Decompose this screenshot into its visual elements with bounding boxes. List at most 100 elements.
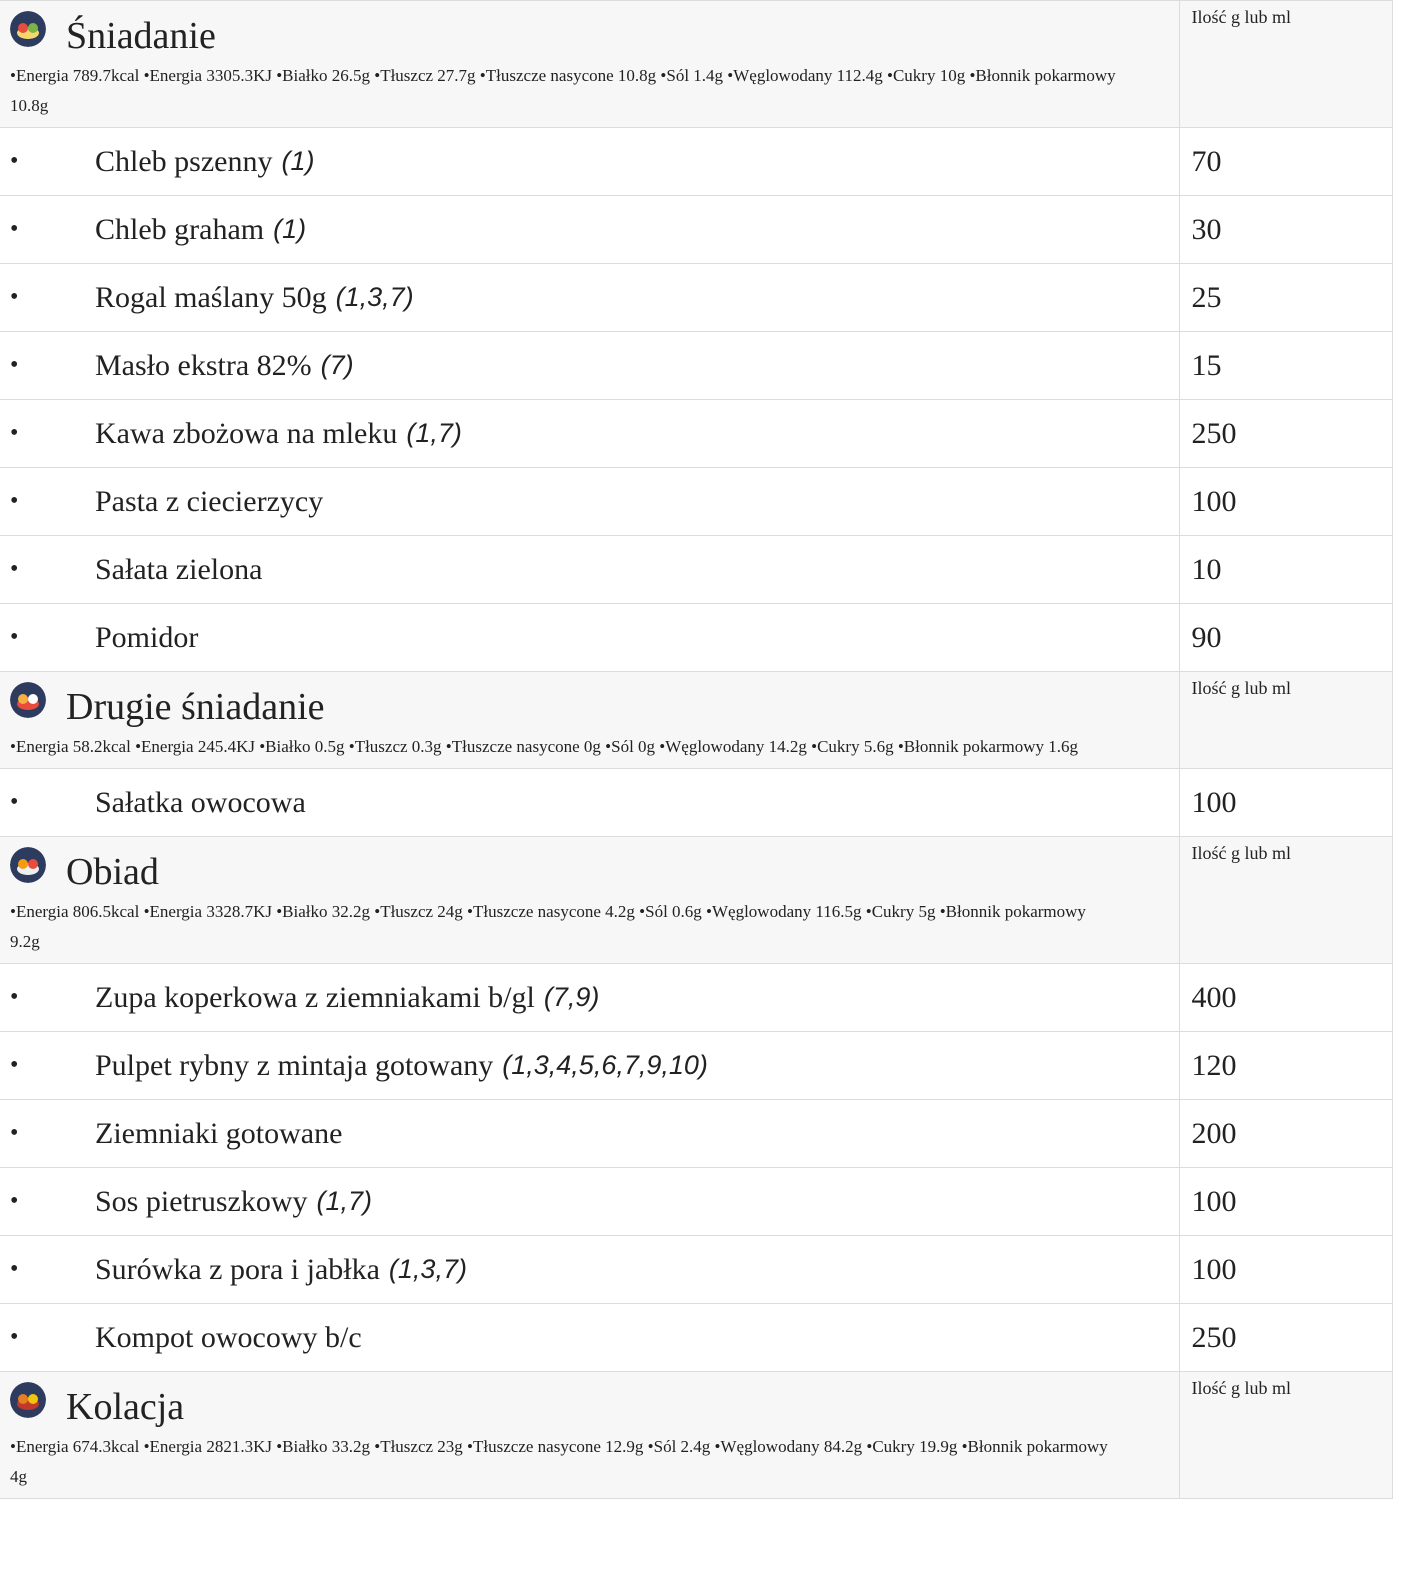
menu-item-quantity: 200 [1178, 1099, 1393, 1168]
quantity-header-cell: Ilość g lub ml [1178, 836, 1393, 964]
menu-item-row: • Chleb graham (1) 30 [0, 195, 1393, 264]
menu-item-quantity: 120 [1178, 1031, 1393, 1100]
lunch-icon [10, 847, 46, 883]
bullet: • [10, 1052, 19, 1078]
bullet: • [10, 1324, 19, 1350]
menu-item-name: Kawa zbożowa na mleku [95, 416, 398, 450]
quantity-header: Ilość g lub ml [1191, 843, 1292, 863]
allergen-codes: (7) [320, 350, 354, 380]
meal-title: Obiad [66, 851, 159, 893]
menu-item-quantity: 100 [1178, 1167, 1393, 1236]
menu-item-name: Sałata zielona [95, 552, 263, 586]
allergen-codes: (1,3,7) [388, 1254, 467, 1284]
menu-item-cell: • Rogal maślany 50g (1,3,7) [0, 263, 1180, 332]
menu-item-cell: • Pasta z ciecierzycy [0, 467, 1180, 536]
menu-item-quantity: 100 [1178, 1235, 1393, 1304]
allergen-codes: (1,3,7) [335, 282, 414, 312]
quantity-header: Ilość g lub ml [1191, 678, 1292, 698]
meal-title: Śniadanie [66, 15, 216, 57]
allergen-codes: (1) [281, 146, 315, 176]
second-breakfast-icon [10, 682, 46, 718]
menu-item-cell: • Kompot owocowy b/c [0, 1303, 1180, 1372]
allergen-codes: (1) [273, 214, 307, 244]
quantity-header: Ilość g lub ml [1191, 7, 1292, 27]
bullet: • [10, 556, 19, 582]
allergen-codes: (1,7) [406, 418, 462, 448]
menu-item-cell: • Kawa zbożowa na mleku (1,7) [0, 399, 1180, 468]
menu-item-quantity: 250 [1178, 1303, 1393, 1372]
nutrition-summary: •Energia 674.3kcal •Energia 2821.3KJ •Bi… [10, 1437, 1108, 1486]
meal-header-row: Drugie śniadanie •Energia 58.2kcal •Energ… [0, 671, 1393, 769]
bullet: • [10, 148, 19, 174]
bullet: • [10, 284, 19, 310]
menu-item-row: • Pulpet rybny z mintaja gotowany (1,3,4,5… [0, 1031, 1393, 1100]
menu-item-name: Chleb pszenny [95, 144, 273, 178]
bullet: • [10, 624, 19, 650]
meal-header-row: Śniadanie •Energia 789.7kcal •Energia 330… [0, 0, 1393, 128]
menu-item-row: • Zupa koperkowa z ziemniakami b/gl (7,9) 4… [0, 963, 1393, 1032]
meal-plan-table: Śniadanie •Energia 789.7kcal •Energia 330… [0, 0, 1393, 1499]
menu-item-cell: • Masło ekstra 82% (7) [0, 331, 1180, 400]
bullet: • [10, 352, 19, 378]
bullet: • [10, 488, 19, 514]
meal-header-cell: Drugie śniadanie •Energia 58.2kcal •Energ… [0, 671, 1180, 769]
menu-item-cell: • Sałatka owocowa [0, 768, 1180, 837]
menu-item-name: Zupa koperkowa z ziemniakami b/gl [95, 980, 535, 1014]
quantity-header-cell: Ilość g lub ml [1178, 1371, 1393, 1499]
menu-item-name: Chleb graham [95, 212, 265, 246]
bullet: • [10, 1188, 19, 1214]
menu-item-row: • Pasta z ciecierzycy 100 [0, 467, 1393, 536]
menu-item-cell: • Surówka z pora i jabłka (1,3,7) [0, 1235, 1180, 1304]
menu-item-cell: • Pomidor [0, 603, 1180, 672]
menu-item-name: Pulpet rybny z mintaja gotowany [95, 1048, 494, 1082]
menu-item-quantity: 100 [1178, 768, 1393, 837]
meal-header-cell: Kolacja •Energia 674.3kcal •Energia 2821.… [0, 1371, 1180, 1499]
menu-item-quantity: 100 [1178, 467, 1393, 536]
menu-item-row: • Sałata zielona 10 [0, 535, 1393, 604]
menu-item-name: Ziemniaki gotowane [95, 1116, 343, 1150]
menu-item-cell: • Sałata zielona [0, 535, 1180, 604]
meal-title: Drugie śniadanie [66, 686, 325, 728]
menu-item-quantity: 70 [1178, 127, 1393, 196]
menu-item-name: Pasta z ciecierzycy [95, 484, 324, 518]
menu-item-row: • Sos pietruszkowy (1,7) 100 [0, 1167, 1393, 1236]
allergen-codes: (1,7) [316, 1186, 373, 1216]
dinner-icon [10, 1382, 46, 1418]
menu-item-cell: • Chleb graham (1) [0, 195, 1180, 264]
meal-header-cell: Śniadanie •Energia 789.7kcal •Energia 330… [0, 0, 1180, 128]
nutrition-summary: •Energia 789.7kcal •Energia 3305.3KJ •Bi… [10, 66, 1116, 115]
meal-title: Kolacja [66, 1386, 185, 1428]
menu-item-name: Sałatka owocowa [95, 785, 306, 819]
menu-item-name: Sos pietruszkowy [95, 1184, 308, 1218]
menu-item-row: • Chleb pszenny (1) 70 [0, 127, 1393, 196]
menu-item-quantity: 90 [1178, 603, 1393, 672]
menu-item-row: • Rogal maślany 50g (1,3,7) 25 [0, 263, 1393, 332]
meal-header-cell: Obiad •Energia 806.5kcal •Energia 3328.7K… [0, 836, 1180, 964]
menu-item-quantity: 400 [1178, 963, 1393, 1032]
bullet: • [10, 1256, 19, 1282]
menu-item-name: Pomidor [95, 620, 199, 654]
menu-item-row: • Surówka z pora i jabłka (1,3,7) 100 [0, 1235, 1393, 1304]
menu-item-cell: • Sos pietruszkowy (1,7) [0, 1167, 1180, 1236]
menu-item-cell: • Zupa koperkowa z ziemniakami b/gl (7,9) [0, 963, 1180, 1032]
bullet: • [10, 216, 19, 242]
allergen-codes: (1,3,4,5,6,7,9,10) [502, 1050, 708, 1080]
menu-item-name: Kompot owocowy b/c [95, 1320, 362, 1354]
menu-item-row: • Masło ekstra 82% (7) 15 [0, 331, 1393, 400]
bullet: • [10, 420, 19, 446]
bullet: • [10, 984, 19, 1010]
menu-item-name: Masło ekstra 82% [95, 348, 312, 382]
menu-item-row: • Sałatka owocowa 100 [0, 768, 1393, 837]
menu-item-row: • Ziemniaki gotowane 200 [0, 1099, 1393, 1168]
quantity-header-cell: Ilość g lub ml [1178, 0, 1393, 128]
breakfast-icon [10, 11, 46, 47]
menu-item-cell: • Chleb pszenny (1) [0, 127, 1180, 196]
bullet: • [10, 1120, 19, 1146]
menu-item-quantity: 10 [1178, 535, 1393, 604]
allergen-codes: (7,9) [543, 982, 600, 1012]
quantity-header: Ilość g lub ml [1191, 1378, 1292, 1398]
meal-header-row: Kolacja •Energia 674.3kcal •Energia 2821.… [0, 1371, 1393, 1499]
meal-header-row: Obiad •Energia 806.5kcal •Energia 3328.7K… [0, 836, 1393, 964]
menu-item-name: Surówka z pora i jabłka [95, 1252, 380, 1286]
menu-item-row: • Pomidor 90 [0, 603, 1393, 672]
